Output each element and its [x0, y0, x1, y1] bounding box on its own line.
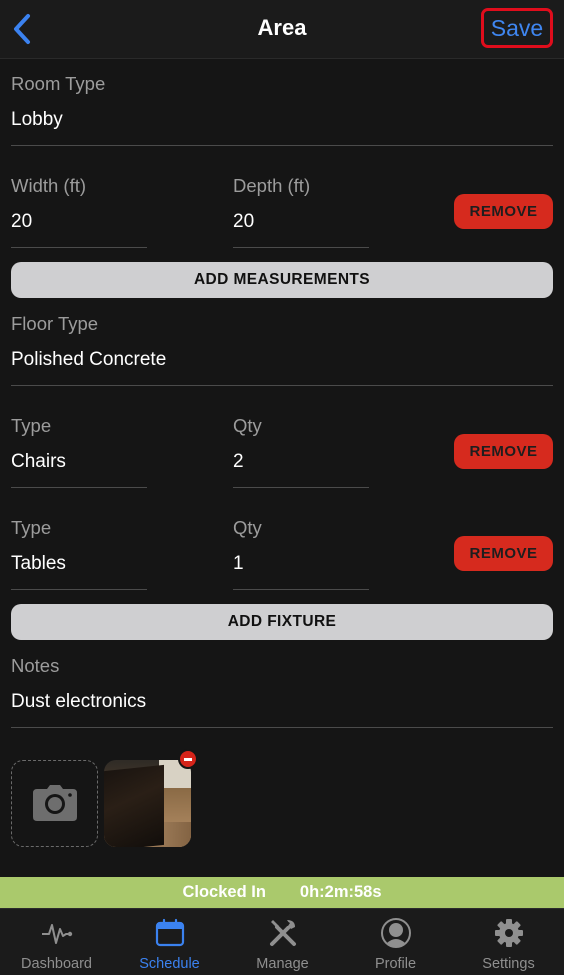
fixture-type-label: Type [11, 517, 52, 538]
tab-label: Dashboard [21, 956, 92, 972]
fixture-qty-field[interactable]: 2 [233, 451, 244, 473]
add-measurements-button[interactable]: ADD MEASUREMENTS [11, 262, 553, 298]
fixture-qty-underline [233, 589, 369, 590]
tab-label: Settings [482, 956, 535, 972]
tab-schedule[interactable]: Schedule [113, 909, 226, 975]
remove-measurement-button[interactable]: REMOVE [454, 194, 553, 229]
add-fixture-button[interactable]: ADD FIXTURE [11, 604, 553, 640]
notes-label: Notes [11, 655, 60, 676]
fixture-qty-field[interactable]: 1 [233, 553, 244, 575]
depth-label: Depth (ft) [233, 175, 311, 196]
clock-status-label: Clocked In [182, 883, 266, 901]
tab-label: Profile [374, 956, 417, 972]
pulse-icon [42, 924, 73, 944]
fixture-type-underline [11, 487, 147, 488]
person-circle-icon [381, 918, 411, 948]
clocked-in-bar[interactable]: Clocked In 0h:2m:58s [0, 877, 564, 908]
tools-icon [270, 920, 296, 946]
width-underline [11, 247, 147, 248]
tab-dashboard[interactable]: Dashboard [0, 909, 113, 975]
tab-label: Schedule [139, 956, 200, 972]
clock-timer: 0h:2m:58s [299, 883, 382, 901]
floor-type-label: Floor Type [11, 313, 99, 334]
tab-bar: Dashboard Schedule Manage Profile Settin… [0, 908, 564, 975]
fixture-type-field[interactable]: Tables [11, 553, 66, 575]
nav-bar: Area Save [0, 0, 564, 59]
tab-manage[interactable]: Manage [226, 909, 339, 975]
fixture-type-underline [11, 589, 147, 590]
width-field[interactable]: 20 [11, 211, 32, 233]
fixture-qty-label: Qty [233, 415, 262, 436]
camera-icon [33, 785, 77, 821]
add-photo-button[interactable] [11, 760, 98, 847]
save-button[interactable]: Save [481, 8, 553, 48]
fixture-type-label: Type [11, 415, 52, 436]
width-label: Width (ft) [11, 175, 87, 196]
room-type-field[interactable]: Lobby [11, 109, 63, 131]
divider [11, 145, 553, 146]
divider [11, 727, 553, 728]
fixture-qty-underline [233, 487, 369, 488]
remove-fixture-button[interactable]: REMOVE [454, 434, 553, 469]
gear-icon [495, 919, 523, 947]
calendar-icon [155, 918, 185, 947]
fixture-type-field[interactable]: Chairs [11, 451, 66, 473]
tab-profile[interactable]: Profile [339, 909, 452, 975]
tab-label: Manage [256, 956, 309, 972]
tab-settings[interactable]: Settings [452, 909, 564, 975]
room-type-label: Room Type [11, 73, 106, 94]
divider [11, 385, 553, 386]
depth-field[interactable]: 20 [233, 211, 254, 233]
minus-circle-icon[interactable] [178, 749, 198, 769]
fixture-qty-label: Qty [233, 517, 262, 538]
notes-field[interactable]: Dust electronics [11, 691, 146, 713]
depth-underline [233, 247, 369, 248]
photo-thumbnail[interactable] [104, 760, 191, 847]
floor-type-field[interactable]: Polished Concrete [11, 349, 166, 371]
remove-fixture-button[interactable]: REMOVE [454, 536, 553, 571]
page-title: Area [257, 15, 307, 40]
